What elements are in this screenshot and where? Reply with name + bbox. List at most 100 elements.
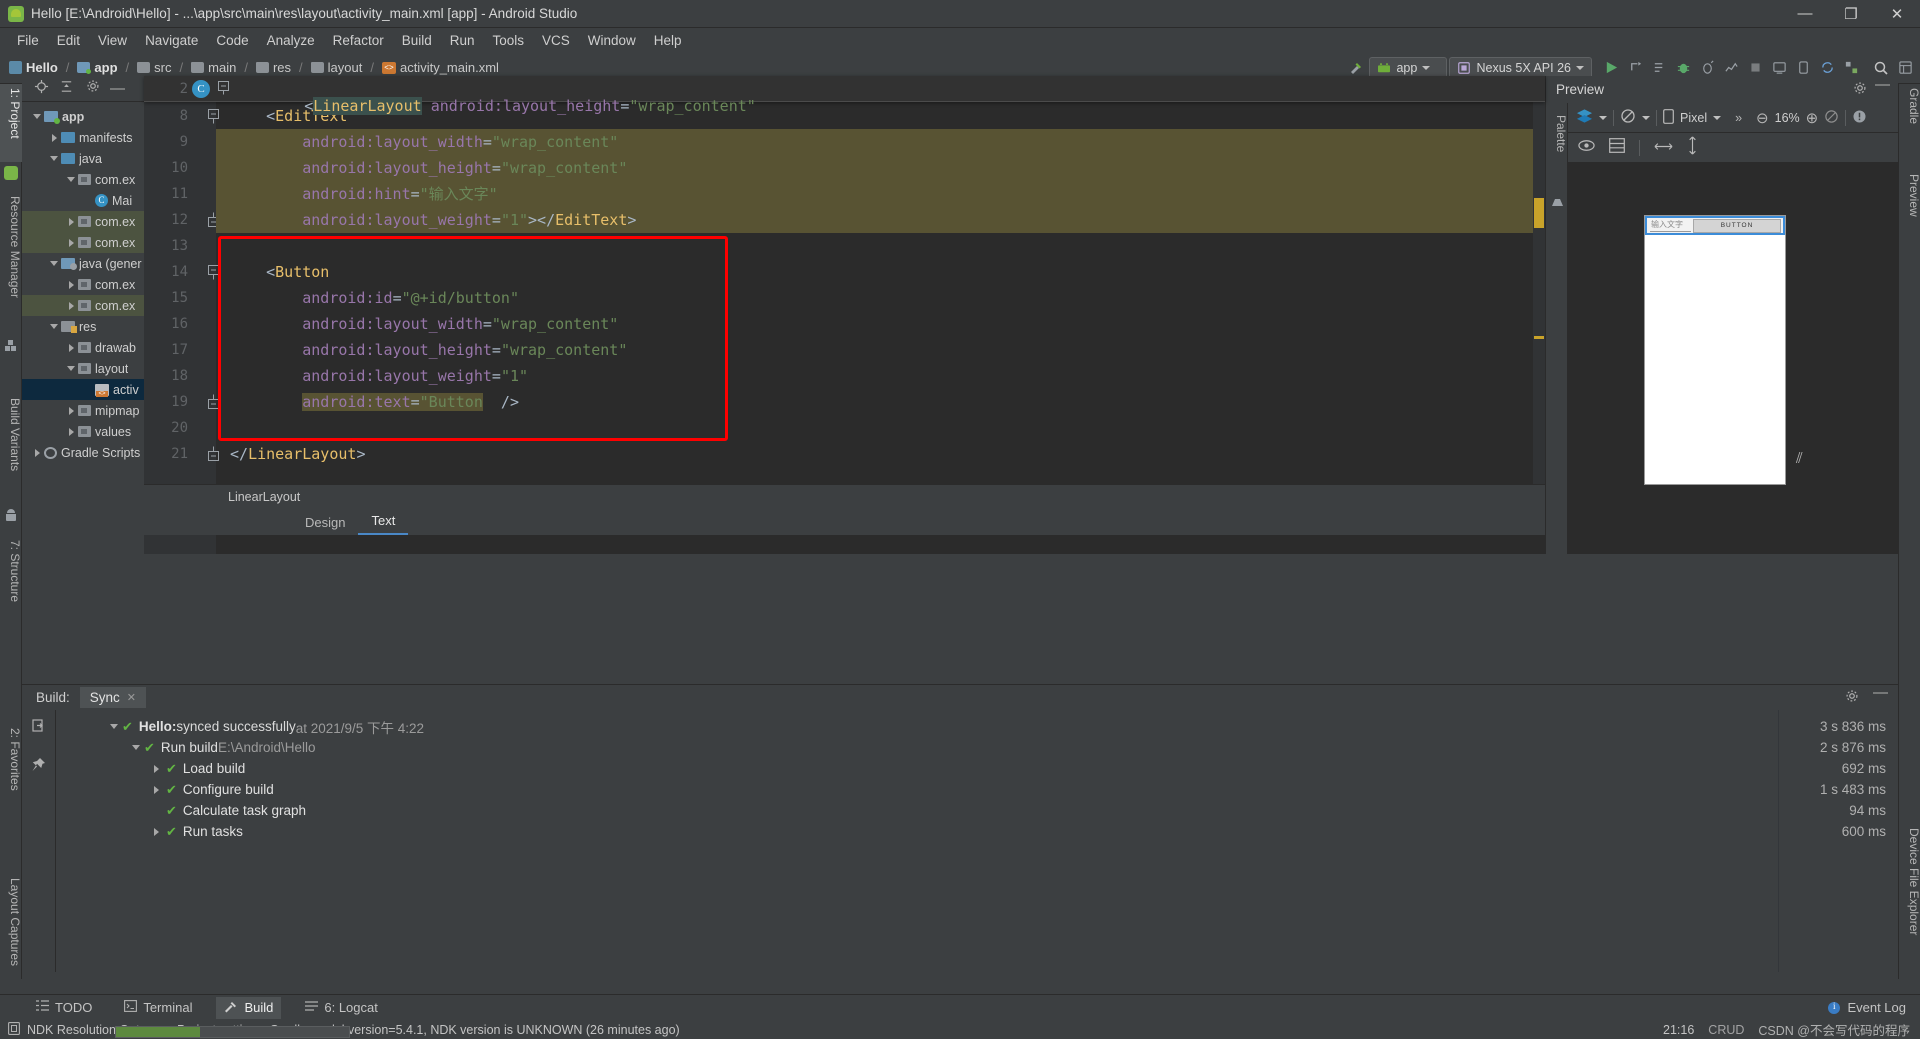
device-render[interactable]: 输入文字 BUTTON [1644, 215, 1786, 485]
menu-tools[interactable]: Tools [484, 31, 534, 50]
breadcrumb-item-layout[interactable]: layout [308, 59, 366, 76]
eye-icon[interactable] [1578, 139, 1595, 157]
close-button[interactable]: ✕ [1874, 0, 1920, 28]
sidebar-item-build-variants[interactable]: Build Variants [0, 394, 22, 502]
zoom-out-button[interactable]: ⊖ [1756, 109, 1769, 127]
menu-navigate[interactable]: Navigate [136, 31, 207, 50]
build-output-row[interactable]: ✔ Hello: synced successfully at 2021/9/5 … [56, 716, 1778, 737]
align-vertical-icon[interactable] [1687, 136, 1698, 160]
project-tree-row[interactable]: C Mai [22, 190, 144, 211]
build-toggle-icon[interactable] [154, 764, 166, 773]
tree-toggle-right-icon[interactable] [64, 406, 78, 415]
build-output-row[interactable]: ✔ Load build [56, 758, 1778, 779]
layers-icon[interactable] [1576, 108, 1593, 127]
build-output-row[interactable]: ✔ Calculate task graph [56, 800, 1778, 821]
sidebar-item-preview[interactable]: Preview [1899, 170, 1920, 246]
project-tree-row[interactable]: com.ex [22, 232, 144, 253]
maximize-button[interactable]: ❐ [1828, 0, 1874, 28]
fold-marker-icon[interactable] [206, 441, 220, 467]
project-tree-row[interactable]: res [22, 316, 144, 337]
chevron-down-icon[interactable] [1642, 115, 1650, 120]
project-tree-row[interactable]: com.ex [22, 295, 144, 316]
tree-toggle-down-icon[interactable] [64, 177, 78, 182]
tool-window-terminal[interactable]: Terminal [116, 997, 200, 1018]
sidebar-item-gradle[interactable]: Gradle [1899, 84, 1920, 148]
sidebar-item-project[interactable]: 1: Project [0, 84, 22, 162]
gear-icon[interactable] [1853, 81, 1867, 98]
menu-code[interactable]: Code [207, 31, 257, 50]
sidebar-item-resource-manager[interactable]: Resource Manager [0, 192, 22, 332]
project-tree-row[interactable]: java (gener [22, 253, 144, 274]
button-render[interactable]: BUTTON [1693, 218, 1781, 233]
breadcrumb-item-src[interactable]: src [134, 59, 174, 76]
tool-window-todo[interactable]: TODO [28, 997, 100, 1018]
tree-toggle-right-icon[interactable] [64, 238, 78, 247]
project-tree-row[interactable]: manifests [22, 127, 144, 148]
menu-build[interactable]: Build [393, 31, 441, 50]
overflow-icon[interactable]: » [1735, 111, 1742, 125]
breadcrumb-item-main[interactable]: main [188, 59, 239, 76]
build-output-row[interactable]: ✔ Run build E:\Android\Hello [56, 737, 1778, 758]
project-tree-row[interactable]: drawab [22, 337, 144, 358]
zoom-fit-icon[interactable] [1824, 109, 1839, 127]
tree-toggle-right-icon[interactable] [64, 217, 78, 226]
editor-scrollbar[interactable] [1533, 102, 1545, 484]
event-log-label[interactable]: Event Log [1847, 1000, 1906, 1015]
project-tree-row[interactable]: layout [22, 358, 144, 379]
build-tab-sync[interactable]: Sync ✕ [79, 687, 147, 708]
menu-window[interactable]: Window [579, 31, 645, 50]
palette-label[interactable]: Palette [1546, 111, 1568, 187]
close-icon[interactable]: ✕ [127, 691, 136, 704]
project-tree-row[interactable]: com.ex [22, 169, 144, 190]
build-toggle-icon[interactable] [110, 724, 122, 729]
hide-panel-icon[interactable]: — [1873, 685, 1888, 706]
breadcrumb-item-app[interactable]: app [74, 59, 120, 76]
chevron-down-icon[interactable] [1599, 115, 1607, 120]
build-toggle-icon[interactable] [154, 785, 166, 794]
orientation-icon[interactable] [1620, 108, 1636, 127]
linear-layout-render[interactable]: 输入文字 BUTTON [1645, 216, 1785, 235]
tool-window-build[interactable]: Build [216, 996, 282, 1019]
tree-toggle-down-icon[interactable] [30, 114, 44, 119]
project-tree-row[interactable]: Gradle Scripts [22, 442, 144, 463]
menu-file[interactable]: File [8, 31, 48, 50]
sidebar-item-device-file-explorer[interactable]: Device File Explorer [1899, 824, 1920, 994]
menu-refactor[interactable]: Refactor [324, 31, 393, 50]
tree-toggle-down-icon[interactable] [47, 261, 61, 266]
tab-design[interactable]: Design [292, 511, 358, 535]
align-horizontal-icon[interactable] [1654, 139, 1673, 157]
project-tree-row[interactable]: com.ex [22, 274, 144, 295]
project-tree-row[interactable]: values [22, 421, 144, 442]
tree-toggle-right-icon[interactable] [47, 133, 61, 142]
chevron-down-icon[interactable] [1713, 115, 1722, 120]
blueprint-icon[interactable] [1609, 137, 1625, 158]
issues-icon[interactable] [1852, 109, 1867, 127]
tree-toggle-right-icon[interactable] [64, 427, 78, 436]
tree-toggle-right-icon[interactable] [64, 301, 78, 310]
fold-marker-icon[interactable] [206, 103, 220, 129]
gear-icon[interactable] [1845, 689, 1859, 706]
sidebar-item-layout-captures[interactable]: Layout Captures [0, 874, 22, 1004]
gear-icon[interactable] [86, 79, 100, 98]
project-tree-row[interactable]: <> activ [22, 379, 144, 400]
menu-run[interactable]: Run [441, 31, 484, 50]
build-toggle-icon[interactable] [154, 827, 166, 836]
menu-help[interactable]: Help [645, 31, 691, 50]
tree-toggle-right-icon[interactable] [64, 280, 78, 289]
collapse-all-icon[interactable] [59, 79, 74, 99]
tree-toggle-down-icon[interactable] [47, 156, 61, 161]
build-output-row[interactable]: ✔ Configure build [56, 779, 1778, 800]
tree-toggle-right-icon[interactable] [64, 343, 78, 352]
tool-window-logcat[interactable]: 6: Logcat [297, 997, 386, 1018]
menu-edit[interactable]: Edit [48, 31, 89, 50]
build-output-row[interactable]: ✔ Run tasks [56, 821, 1778, 842]
breadcrumb-item-activity-main[interactable]: <> activity_main.xml [379, 59, 502, 76]
menu-vcs[interactable]: VCS [533, 31, 579, 50]
tree-toggle-right-icon[interactable] [30, 448, 44, 457]
project-tree-row[interactable]: app [22, 106, 144, 127]
editor-element-breadcrumb[interactable]: LinearLayout [144, 484, 1545, 508]
project-tree-row[interactable]: mipmap [22, 400, 144, 421]
locate-icon[interactable] [34, 79, 49, 99]
zoom-in-button[interactable]: ⊕ [1806, 109, 1819, 127]
project-tree-row[interactable]: com.ex [22, 211, 144, 232]
